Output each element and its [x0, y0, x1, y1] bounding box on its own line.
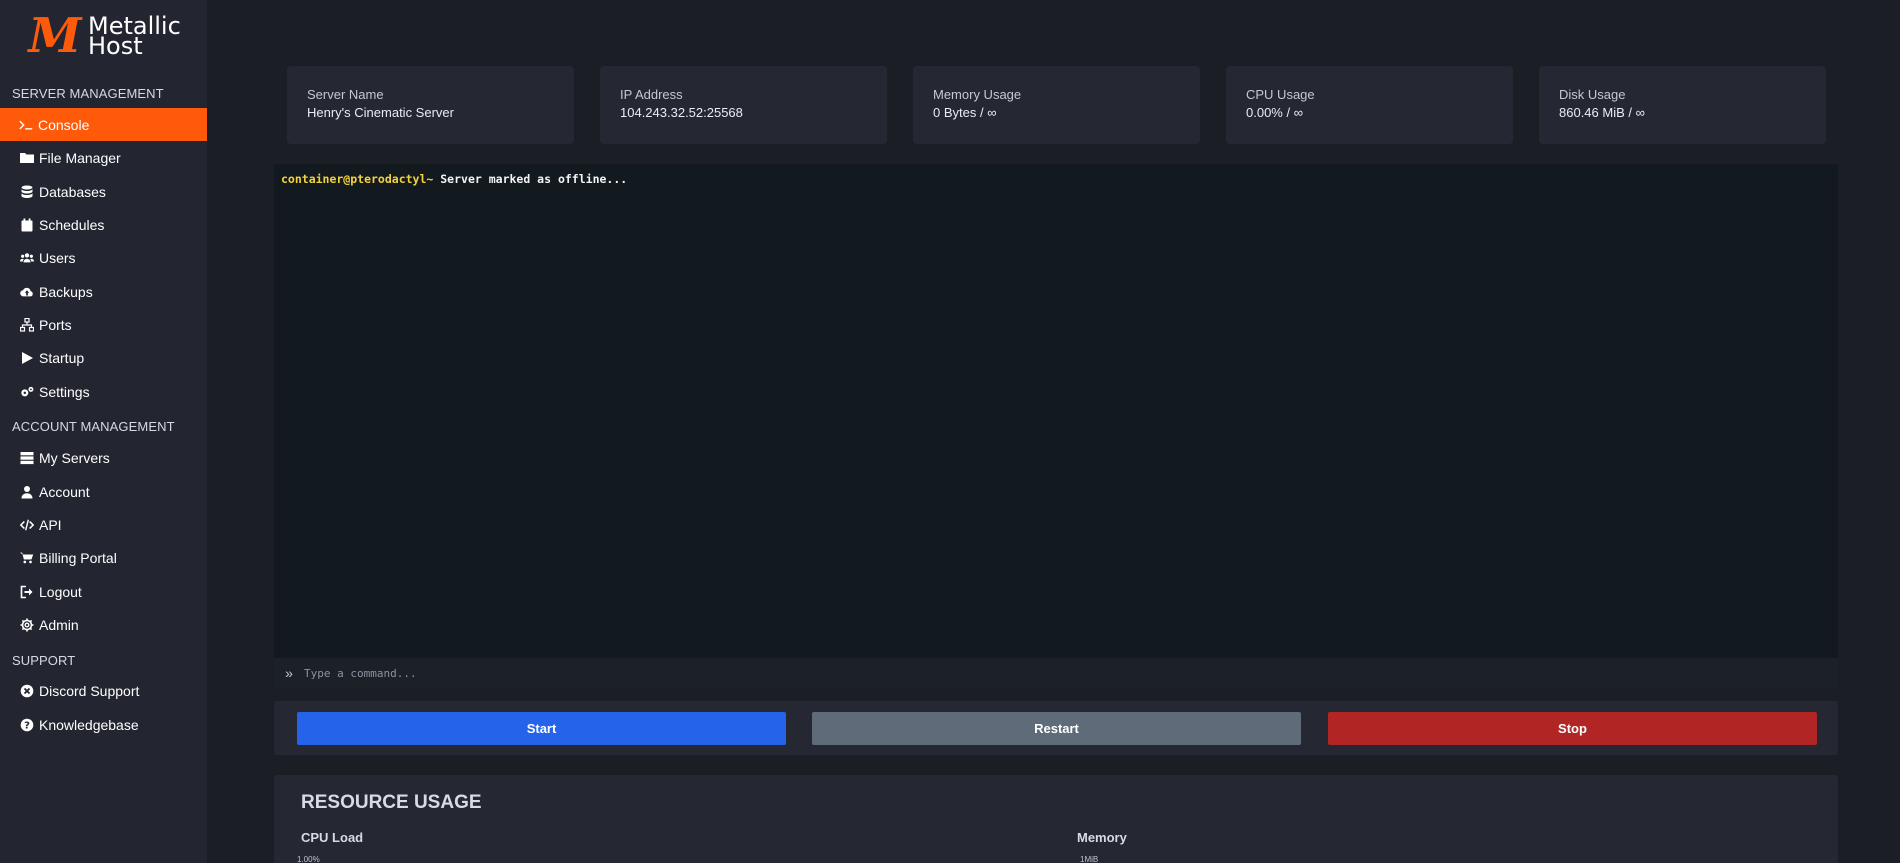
sign-out-icon: [20, 585, 34, 599]
code-icon: [20, 518, 34, 532]
command-input[interactable]: [304, 658, 1838, 688]
sidebar-item-label: Users: [39, 249, 76, 266]
sidebar-item-label: My Servers: [39, 449, 110, 466]
cart-icon: [20, 551, 34, 565]
cpu-axis-top-label: 1.00%: [297, 855, 320, 863]
sidebar-item-label: Logout: [39, 583, 82, 600]
section-title-server-management: SERVER MANAGEMENT: [12, 86, 164, 101]
stat-value: 0.00% / ∞: [1246, 105, 1303, 120]
sidebar-item-schedules[interactable]: Schedules: [0, 208, 207, 241]
svg-text:?: ?: [24, 720, 30, 731]
cpu-load-label: CPU Load: [301, 830, 364, 845]
cloud-upload-icon: [20, 285, 34, 299]
stat-label: Disk Usage: [1559, 87, 1626, 102]
sidebar-item-discord-support[interactable]: Discord Support: [0, 674, 207, 707]
memory-axis-top-label: 1MiB: [1080, 855, 1099, 863]
sidebar-item-label: Backups: [39, 283, 93, 300]
stat-value: 860.46 MiB / ∞: [1559, 105, 1645, 120]
command-bar: »: [274, 658, 1838, 688]
stat-label: IP Address: [620, 87, 683, 102]
stat-value: Henry's Cinematic Server: [307, 105, 454, 120]
stat-card-disk-usage: Disk Usage 860.46 MiB / ∞: [1539, 66, 1826, 144]
sidebar-item-label: Startup: [39, 349, 85, 366]
folder-icon: [20, 151, 34, 165]
sidebar-item-admin[interactable]: Admin: [0, 608, 207, 641]
sidebar-item-label: Settings: [39, 383, 90, 400]
start-button[interactable]: Start: [297, 712, 786, 745]
sidebar-item-backups[interactable]: Backups: [0, 275, 207, 308]
stat-card-cpu-usage: CPU Usage 0.00% / ∞: [1226, 66, 1513, 144]
users-icon: [20, 251, 34, 265]
sidebar-item-label: API: [39, 516, 62, 533]
brand-mark: M: [28, 8, 82, 64]
stat-label: Memory Usage: [933, 87, 1022, 102]
sidebar-item-label: Account: [39, 483, 90, 500]
sidebar-item-label: Ports: [39, 316, 72, 333]
brand-name: Metallic Host: [88, 14, 181, 58]
console-line: container@pterodactyl~ Server marked as …: [281, 172, 627, 186]
resource-usage-panel: RESOURCE USAGE CPU Load 1.00% Memory 1Mi…: [274, 775, 1838, 863]
section-title-account-management: ACCOUNT MANAGEMENT: [12, 419, 175, 434]
stat-label: CPU Usage: [1246, 87, 1315, 102]
console-message: Server marked as offline...: [433, 172, 628, 186]
sidebar-item-label: Discord Support: [39, 682, 140, 699]
cogs-icon: [20, 385, 34, 399]
power-controls: Start Restart Stop: [274, 701, 1838, 755]
stat-card-ip-address: IP Address 104.243.32.52:25568: [600, 66, 887, 144]
sidebar-item-my-servers[interactable]: My Servers: [0, 441, 207, 474]
console-output[interactable]: container@pterodactyl~ Server marked as …: [274, 164, 1838, 688]
sidebar: M Metallic Host SERVER MANAGEMENT Consol…: [0, 0, 207, 863]
sidebar-item-label: Databases: [39, 183, 106, 200]
sidebar-item-label: Console: [38, 116, 90, 133]
network-icon: [20, 317, 34, 332]
double-chevron-right-icon: »: [285, 665, 293, 681]
stat-value: 104.243.32.52:25568: [620, 105, 743, 120]
sidebar-item-label: Knowledgebase: [39, 716, 139, 733]
stat-label: Server Name: [307, 87, 384, 102]
sidebar-item-label: Billing Portal: [39, 549, 117, 566]
play-icon: [20, 351, 34, 365]
question-circle-icon: ?: [20, 718, 34, 732]
console-prompt: container@pterodactyl~: [281, 172, 434, 186]
sidebar-item-api[interactable]: API: [0, 508, 207, 541]
sidebar-item-databases[interactable]: Databases: [0, 175, 207, 208]
calendar-icon: [20, 218, 34, 232]
stop-button[interactable]: Stop: [1328, 712, 1817, 745]
sidebar-item-logout[interactable]: Logout: [0, 575, 207, 608]
stat-value: 0 Bytes / ∞: [933, 105, 997, 120]
server-list-icon: [20, 451, 34, 465]
sidebar-item-settings[interactable]: Settings: [0, 375, 207, 408]
section-title-support: SUPPORT: [12, 653, 76, 668]
sidebar-item-ports[interactable]: Ports: [0, 308, 207, 341]
sidebar-item-account[interactable]: Account: [0, 475, 207, 508]
resource-usage-title: RESOURCE USAGE: [301, 792, 482, 813]
discord-icon: [20, 684, 34, 698]
sidebar-item-file-manager[interactable]: File Manager: [0, 141, 207, 174]
stat-card-server-name: Server Name Henry's Cinematic Server: [287, 66, 574, 144]
restart-button[interactable]: Restart: [812, 712, 1301, 745]
sidebar-item-startup[interactable]: Startup: [0, 341, 207, 374]
sidebar-item-knowledgebase[interactable]: ? Knowledgebase: [0, 708, 207, 741]
brand-logo[interactable]: M Metallic Host: [28, 8, 181, 64]
memory-label: Memory: [1077, 830, 1127, 845]
sidebar-item-label: File Manager: [39, 149, 121, 166]
database-icon: [20, 185, 34, 199]
sidebar-item-console[interactable]: Console: [0, 108, 207, 141]
sidebar-item-label: Admin: [39, 616, 79, 633]
gear-icon: [20, 618, 34, 632]
user-icon: [20, 485, 34, 499]
sidebar-item-label: Schedules: [39, 216, 105, 233]
sidebar-item-billing-portal[interactable]: Billing Portal: [0, 541, 207, 574]
terminal-icon: [17, 118, 35, 132]
sidebar-item-users[interactable]: Users: [0, 241, 207, 274]
stat-card-memory-usage: Memory Usage 0 Bytes / ∞: [913, 66, 1200, 144]
